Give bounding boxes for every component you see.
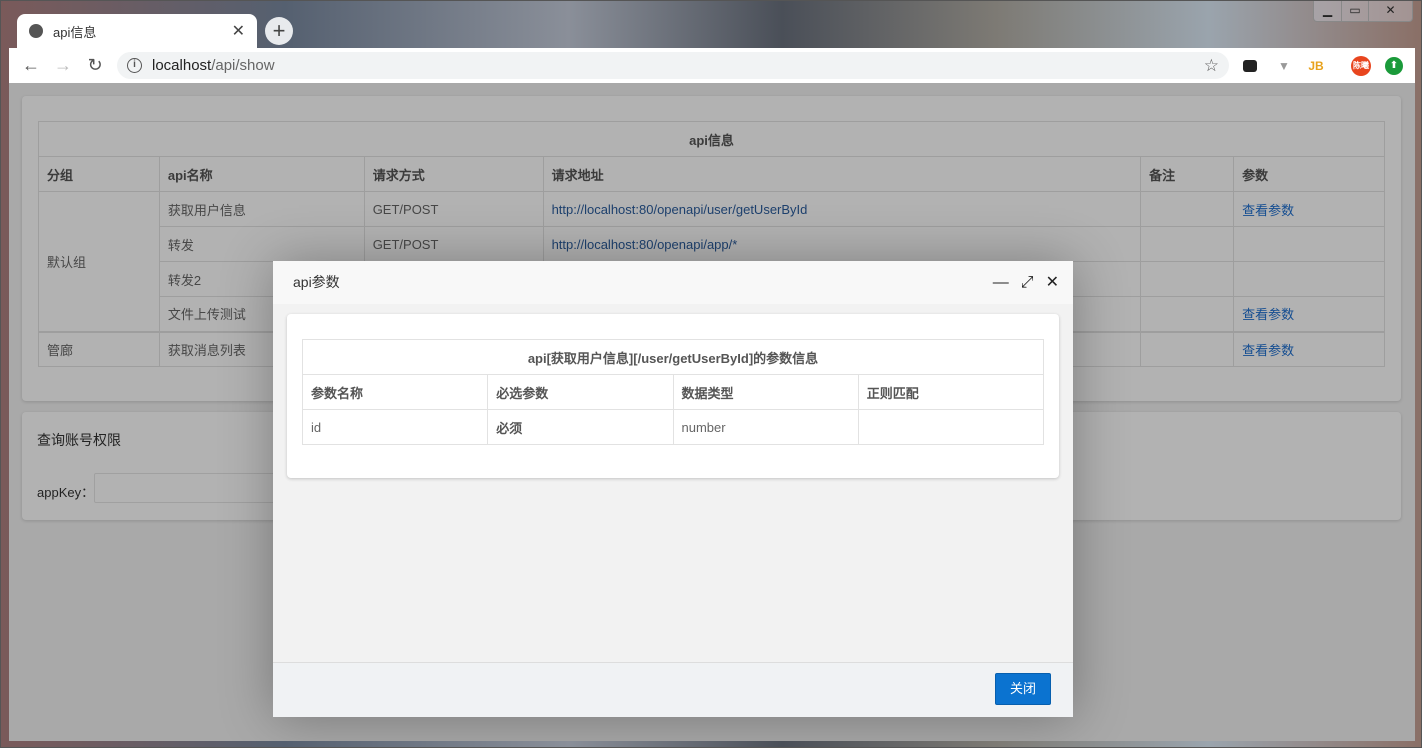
column-header: 参数名称 [301, 374, 489, 410]
extension-icon[interactable] [1243, 60, 1257, 72]
close-icon[interactable]: ✕ [1046, 261, 1059, 304]
window-controls: ▁ ▭ ✕ [1313, 1, 1413, 22]
api-params-dialog: api参数 — ⤢ ✕ api[获取用户信息][/user/getUserByI… [273, 261, 1073, 717]
reload-button[interactable]: ↻ [79, 55, 111, 76]
close-button[interactable]: 关闭 [995, 673, 1051, 705]
upload-extension-icon[interactable]: ⬆ [1385, 57, 1403, 75]
tab-title: api信息 [53, 24, 97, 40]
column-header: 正则匹配 [857, 374, 1045, 410]
close-tab-icon[interactable]: ✕ [232, 21, 245, 41]
close-window-button[interactable]: ✕ [1368, 1, 1412, 21]
vue-devtools-icon[interactable]: ▼ [1275, 57, 1293, 75]
profile-avatar[interactable]: 陈曦 [1351, 56, 1371, 76]
dialog-footer: 关闭 [273, 662, 1073, 717]
minimize-icon[interactable]: — [993, 261, 1009, 304]
column-header: 必选参数 [487, 374, 674, 410]
params-table: api[获取用户信息][/user/getUserById]的参数信息 参数名称… [301, 339, 1045, 445]
bookmark-star-icon[interactable]: ☆ [1204, 56, 1219, 76]
params-table-title: api[获取用户信息][/user/getUserById]的参数信息 [302, 339, 1044, 375]
browser-window: ▁ ▭ ✕ api信息 ✕ + ← → ↻ i localhost/api/sh… [0, 0, 1422, 748]
jb-extension-icon[interactable]: JB [1307, 57, 1325, 75]
address-bar[interactable]: i localhost/api/show ☆ [117, 52, 1229, 79]
browser-tab[interactable]: api信息 ✕ [17, 14, 257, 48]
maximize-icon[interactable]: ⤢ [1021, 261, 1034, 304]
param-type-cell: number [672, 409, 859, 445]
dialog-title: api参数 [293, 274, 340, 290]
url-path: /api/show [211, 57, 275, 74]
param-name-cell: id [301, 409, 489, 445]
param-regex-cell [857, 409, 1045, 445]
new-tab-button[interactable]: + [265, 17, 293, 45]
back-button[interactable]: ← [15, 55, 47, 76]
page-content: api信息 分组 api名称 请求方式 请求地址 备注 参数 默认组 获取用户信… [9, 83, 1415, 741]
globe-icon [29, 24, 43, 38]
column-header: 数据类型 [672, 374, 859, 410]
maximize-window-button[interactable]: ▭ [1341, 1, 1368, 21]
url-host: localhost [152, 57, 212, 74]
table-row: id 必须 number [301, 409, 1045, 445]
params-card: api[获取用户信息][/user/getUserById]的参数信息 参数名称… [287, 314, 1059, 478]
param-required-cell: 必须 [487, 409, 674, 445]
info-icon[interactable]: i [127, 58, 142, 73]
minimize-window-button[interactable]: ▁ [1314, 1, 1341, 21]
dialog-header: api参数 — ⤢ ✕ [273, 261, 1073, 304]
forward-button[interactable]: → [47, 55, 79, 76]
browser-toolbar: ← → ↻ i localhost/api/show ☆ ▼ JB 陈曦 ⬆ [9, 48, 1415, 83]
